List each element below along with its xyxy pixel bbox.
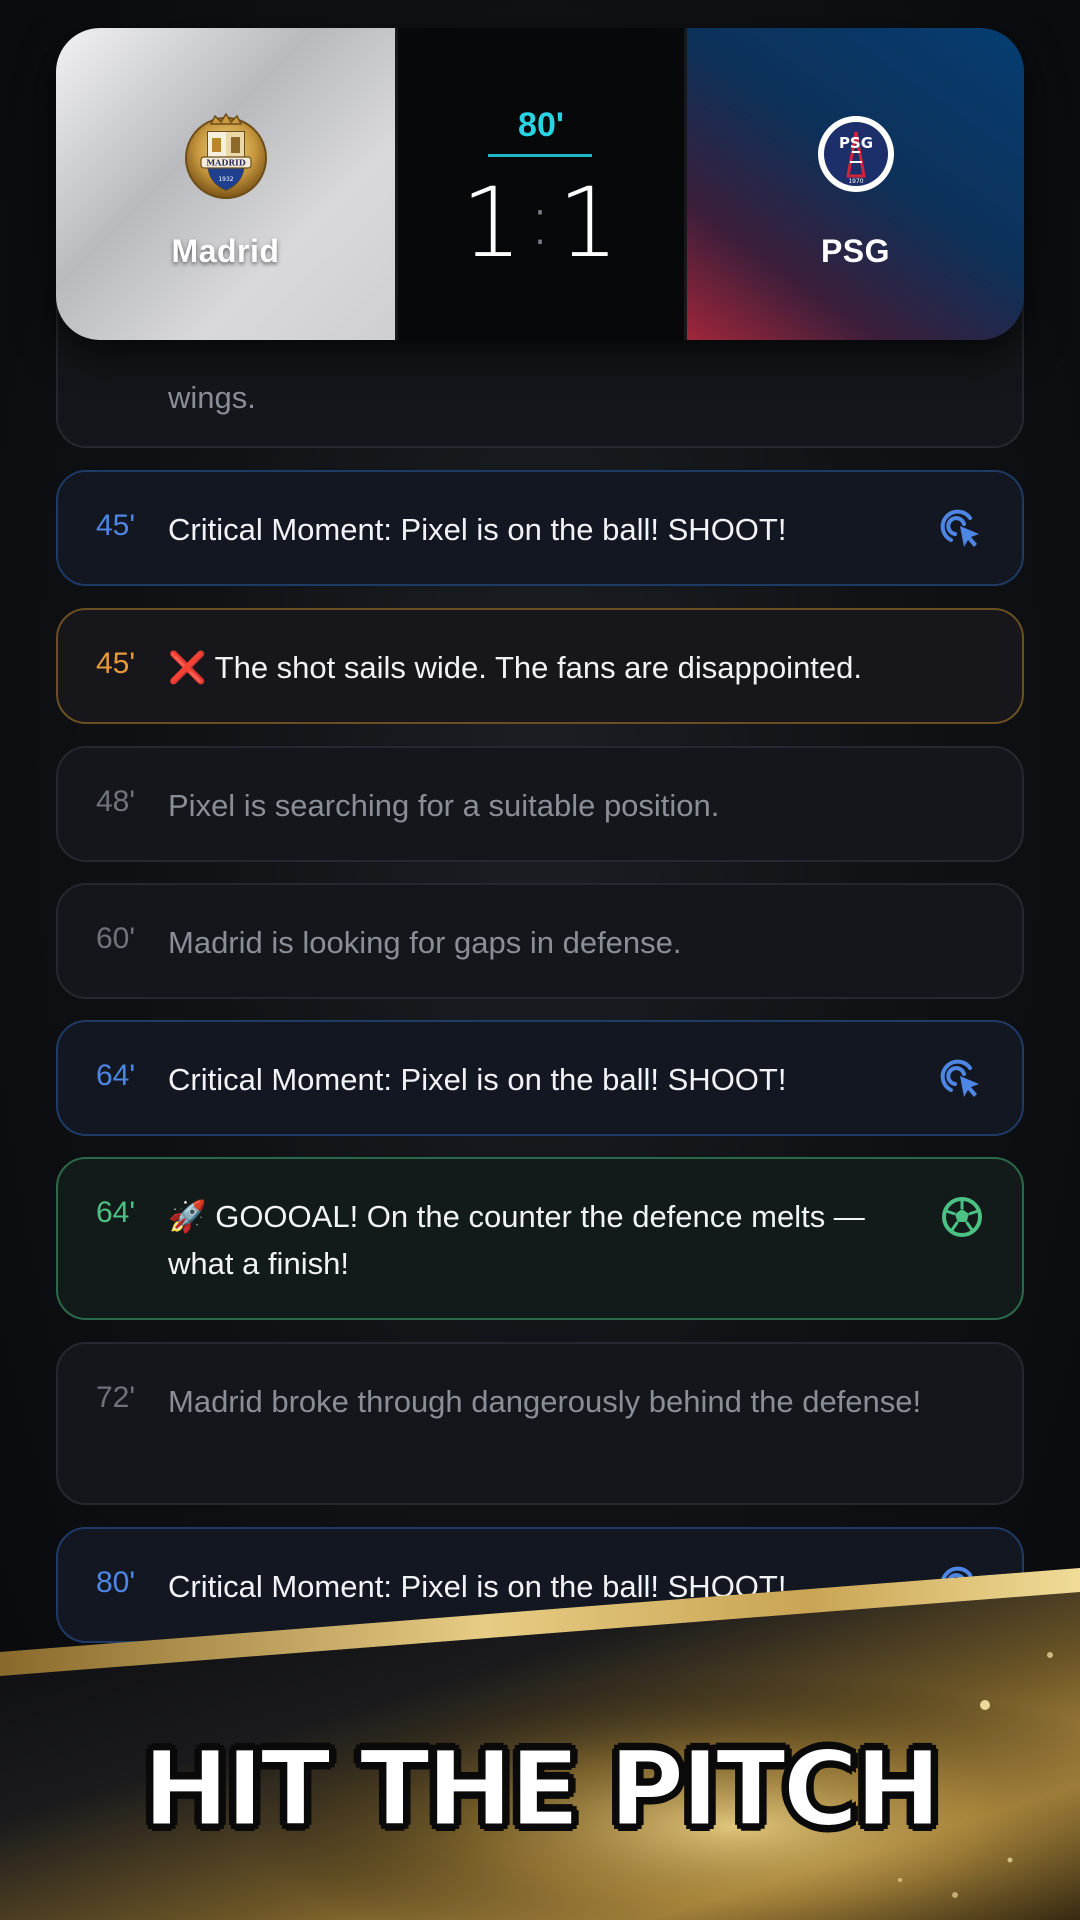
score-separator: : — [528, 179, 554, 261]
feed-card-text: Critical Moment: Pixel is on the ball! S… — [168, 512, 787, 547]
home-team-panel: MADRID 1932 Madrid — [56, 28, 395, 340]
feed-card-critical[interactable]: 45' Critical Moment: Pixel is on the bal… — [56, 470, 1024, 586]
feed-card-text: ❌ The shot sails wide. The fans are disa… — [168, 650, 863, 685]
feed-card-goal: 64' 🚀 GOOOAL! On the counter the defence… — [56, 1157, 1024, 1320]
away-score: 1 — [557, 167, 621, 279]
match-screen: wings. 45' Critical Moment: Pixel is on … — [0, 0, 1080, 1920]
tap-icon[interactable] — [940, 1058, 984, 1102]
scoreboard: MADRID 1932 Madrid 80' 1:1 PSG 1970 PSG — [56, 28, 1024, 340]
feed-card-minute: 45' — [96, 647, 136, 680]
tap-icon[interactable] — [940, 508, 984, 552]
feed-card-minute: 60' — [96, 922, 136, 955]
feed-card-minute: 45' — [96, 509, 136, 542]
svg-text:1932: 1932 — [218, 176, 233, 183]
away-team-name: PSG — [820, 233, 891, 269]
svg-text:MADRID: MADRID — [206, 158, 245, 168]
score: 1:1 — [398, 160, 684, 283]
svg-text:1970: 1970 — [848, 178, 863, 185]
feed-card-miss: 45' ❌ The shot sails wide. The fans are … — [56, 608, 1024, 724]
home-score: 1 — [461, 167, 525, 279]
feed-card-commentary: 60' Madrid is looking for gaps in defens… — [56, 883, 1024, 999]
feed-card-minute: 80' — [96, 1566, 136, 1599]
feed-card-text: Critical Moment: Pixel is on the ball! S… — [168, 1062, 787, 1097]
psg-crest-icon: PSG 1970 — [817, 116, 894, 192]
banner-title: HIT THE PITCH — [141, 1727, 943, 1852]
feed-card-critical[interactable]: 80' Critical Moment: Pixel is on the bal… — [56, 1527, 1024, 1643]
svg-text:PSG: PSG — [838, 134, 872, 152]
feed-card-commentary: 48' Pixel is searching for a suitable po… — [56, 746, 1024, 862]
feed-card-critical[interactable]: 64' Critical Moment: Pixel is on the bal… — [56, 1020, 1024, 1136]
feed-card-minute: 64' — [96, 1059, 136, 1092]
feed-card-commentary: 72' Madrid broke through dangerously beh… — [56, 1342, 1024, 1505]
soccer-ball-icon — [942, 1197, 982, 1237]
feed-card-minute: 72' — [96, 1381, 136, 1414]
madrid-crest-icon: MADRID 1932 — [184, 112, 267, 199]
away-team-panel: PSG 1970 PSG — [687, 28, 1024, 340]
minute-underline — [488, 154, 592, 157]
feed-card-text: Madrid is looking for gaps in defense. — [168, 925, 682, 960]
home-team-name: Madrid — [171, 233, 280, 269]
match-minute: 80' — [518, 106, 564, 144]
feed-card-minute: 48' — [96, 785, 136, 818]
feed-card-text: wings. — [168, 380, 256, 415]
feed-card-text: Pixel is searching for a suitable positi… — [168, 788, 720, 823]
score-panel: 80' 1:1 — [395, 28, 687, 340]
feed-card-text: Critical Moment: Pixel is on the ball! S… — [168, 1569, 787, 1604]
feed-card-minute: 64' — [96, 1196, 136, 1229]
tap-icon[interactable] — [940, 1565, 984, 1609]
feed-card-text: Madrid broke through dangerously behind … — [168, 1384, 922, 1419]
feed-card-text: 🚀 GOOOAL! On the counter the defence mel… — [168, 1199, 865, 1281]
